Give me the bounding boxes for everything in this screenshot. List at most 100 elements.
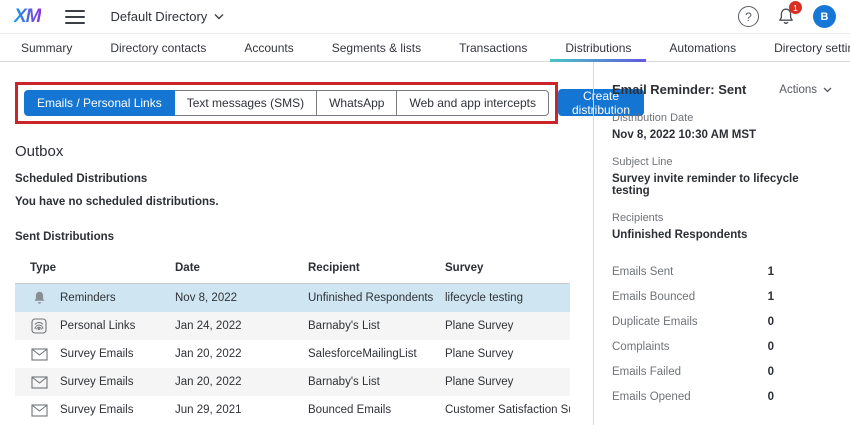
column-header-recipient: Recipient <box>308 262 445 274</box>
field-value: Unfinished Respondents <box>612 229 832 241</box>
sent-distributions-heading: Sent Distributions <box>15 231 578 243</box>
channel-tab-web-app-intercepts[interactable]: Web and app intercepts <box>396 90 549 116</box>
row-survey: lifecycle testing <box>445 292 570 304</box>
field-label: Distribution Date <box>612 112 832 124</box>
row-recipient: Barnaby's List <box>308 320 445 332</box>
bell-icon <box>30 289 48 307</box>
stat-value: 0 <box>768 366 774 378</box>
row-date: Jan 20, 2022 <box>175 376 308 388</box>
hamburger-menu-icon[interactable] <box>65 6 85 28</box>
row-type: Personal Links <box>60 320 135 332</box>
row-survey: Plane Survey <box>445 348 570 360</box>
stat-label: Emails Opened <box>612 391 691 403</box>
stat-emails-opened: Emails Opened 0 <box>612 384 774 409</box>
stat-value: 1 <box>768 291 774 303</box>
row-recipient: Barnaby's List <box>308 376 445 388</box>
xm-logo[interactable]: XM <box>14 6 41 28</box>
scheduled-distributions-heading: Scheduled Distributions <box>15 173 578 185</box>
field-value: Survey invite reminder to lifecycle test… <box>612 173 832 197</box>
sent-distributions-table: Type Date Recipient Survey Reminders Nov… <box>15 256 570 424</box>
tab-directory-settings[interactable]: Directory settings <box>755 34 850 61</box>
directory-selector-label: Default Directory <box>111 9 208 24</box>
tab-distributions[interactable]: Distributions <box>546 34 650 61</box>
row-recipient: Bounced Emails <box>308 404 445 416</box>
row-date: Nov 8, 2022 <box>175 292 308 304</box>
table-row[interactable]: Personal Links Jan 24, 2022 Barnaby's Li… <box>15 312 570 340</box>
stat-duplicate-emails: Duplicate Emails 0 <box>612 309 774 334</box>
tab-segments-lists[interactable]: Segments & lists <box>313 34 440 61</box>
field-subject-line: Subject Line Survey invite reminder to l… <box>612 156 832 197</box>
stat-value: 0 <box>768 316 774 328</box>
tab-accounts[interactable]: Accounts <box>225 34 312 61</box>
row-survey: Plane Survey <box>445 376 570 388</box>
table-row[interactable]: Survey Emails Jun 29, 2021 Bounced Email… <box>15 396 570 424</box>
actions-dropdown[interactable]: Actions <box>779 84 832 96</box>
stat-emails-failed: Emails Failed 0 <box>612 359 774 384</box>
field-value: Nov 8, 2022 10:30 AM MST <box>612 129 832 141</box>
column-header-survey: Survey <box>445 262 570 274</box>
channel-tab-whatsapp[interactable]: WhatsApp <box>316 90 397 116</box>
envelope-icon <box>30 401 48 419</box>
tab-automations[interactable]: Automations <box>650 34 755 61</box>
chevron-down-icon <box>214 13 224 20</box>
row-type: Survey Emails <box>60 376 134 388</box>
red-annotation-box: Emails / Personal Links Text messages (S… <box>15 82 558 124</box>
row-recipient: SalesforceMailingList <box>308 348 445 360</box>
field-distribution-date: Distribution Date Nov 8, 2022 10:30 AM M… <box>612 112 832 141</box>
stat-label: Duplicate Emails <box>612 316 698 328</box>
distributions-main: Emails / Personal Links Text messages (S… <box>0 62 593 425</box>
page-title: Outbox <box>15 143 578 160</box>
stat-emails-sent: Emails Sent 1 <box>612 259 774 284</box>
stat-value: 0 <box>768 391 774 403</box>
table-header-row: Type Date Recipient Survey <box>15 256 570 284</box>
row-recipient: Unfinished Respondents <box>308 292 445 304</box>
row-date: Jan 20, 2022 <box>175 348 308 360</box>
directory-selector[interactable]: Default Directory <box>111 9 225 24</box>
row-type: Survey Emails <box>60 404 134 416</box>
table-row[interactable]: Survey Emails Jan 20, 2022 SalesforceMai… <box>15 340 570 368</box>
row-date: Jun 29, 2021 <box>175 404 308 416</box>
help-icon[interactable]: ? <box>738 6 759 27</box>
stat-label: Emails Sent <box>612 266 673 278</box>
stat-label: Complaints <box>612 341 670 353</box>
channel-segmented-control: Emails / Personal Links Text messages (S… <box>24 90 549 116</box>
directory-nav-tabs: Summary Directory contacts Accounts Segm… <box>0 34 850 62</box>
scheduled-empty-message: You have no scheduled distributions. <box>15 196 578 208</box>
actions-dropdown-label: Actions <box>779 84 817 96</box>
table-row[interactable]: Survey Emails Jan 20, 2022 Barnaby's Lis… <box>15 368 570 396</box>
stat-label: Emails Bounced <box>612 291 695 303</box>
top-bar: XM Default Directory ? 1 B <box>0 0 850 34</box>
table-row[interactable]: Reminders Nov 8, 2022 Unfinished Respond… <box>15 284 570 312</box>
notification-badge: 1 <box>789 1 802 14</box>
stat-complaints: Complaints 0 <box>612 334 774 359</box>
envelope-icon <box>30 345 48 363</box>
stat-value: 0 <box>768 341 774 353</box>
stat-label: Emails Failed <box>612 366 681 378</box>
channel-tab-text-messages-sms[interactable]: Text messages (SMS) <box>174 90 317 116</box>
tab-directory-contacts[interactable]: Directory contacts <box>91 34 225 61</box>
column-header-type: Type <box>15 262 175 274</box>
notifications-button[interactable]: 1 <box>777 7 795 26</box>
distribution-detail-panel: Email Reminder: Sent Actions Distributio… <box>593 62 850 425</box>
row-survey: Customer Satisfaction Sur... <box>445 404 570 416</box>
field-label: Subject Line <box>612 156 832 168</box>
field-recipients: Recipients Unfinished Respondents <box>612 212 832 241</box>
row-type: Survey Emails <box>60 348 134 360</box>
chevron-down-icon <box>823 87 832 93</box>
envelope-icon <box>30 373 48 391</box>
column-header-date: Date <box>175 262 308 274</box>
topbar-right-group: ? 1 B <box>738 5 836 28</box>
row-date: Jan 24, 2022 <box>175 320 308 332</box>
field-label: Recipients <box>612 212 832 224</box>
avatar[interactable]: B <box>813 5 836 28</box>
tab-transactions[interactable]: Transactions <box>440 34 546 61</box>
row-type: Reminders <box>60 292 116 304</box>
fingerprint-icon <box>30 317 48 335</box>
detail-panel-title: Email Reminder: Sent <box>612 82 746 97</box>
channel-tab-emails-personal-links[interactable]: Emails / Personal Links <box>24 90 175 116</box>
email-stats-list: Emails Sent 1 Emails Bounced 1 Duplicate… <box>612 259 774 409</box>
stat-value: 1 <box>768 266 774 278</box>
row-survey: Plane Survey <box>445 320 570 332</box>
stat-emails-bounced: Emails Bounced 1 <box>612 284 774 309</box>
tab-summary[interactable]: Summary <box>2 34 91 61</box>
